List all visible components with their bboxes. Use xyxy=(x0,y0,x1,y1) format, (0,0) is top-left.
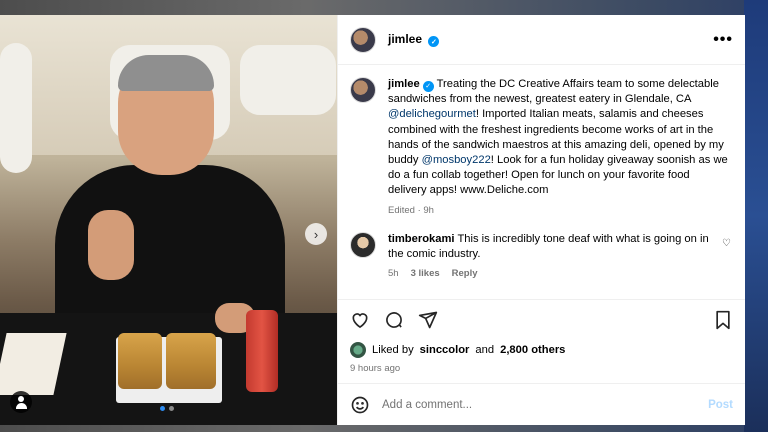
heart-icon xyxy=(352,312,368,328)
caption-text-part: Treating the DC Creative Affairs team to… xyxy=(388,78,719,106)
likes-count-link[interactable]: 2,800 others xyxy=(500,344,565,356)
save-button[interactable] xyxy=(713,310,733,330)
caption-username[interactable]: jimlee xyxy=(388,78,420,90)
caption-text: jimlee ✓ Treating the DC Creative Affairs… xyxy=(388,77,731,199)
post-time: 9 hours ago xyxy=(350,363,401,374)
chevron-right-icon: › xyxy=(313,226,319,242)
background-strip xyxy=(744,0,768,432)
user-icon xyxy=(18,396,24,402)
image-thumbs-up xyxy=(88,210,134,280)
image-person-hair xyxy=(118,55,214,91)
comment-input[interactable] xyxy=(382,398,697,411)
like-button[interactable] xyxy=(350,310,370,330)
image-soda-can xyxy=(246,310,278,392)
comment-button[interactable] xyxy=(384,310,404,330)
mention-link[interactable]: @delichegourmet xyxy=(388,108,476,120)
post-details-panel: jimlee ✓ ••• jimlee ✓ Treating the DC Cre… xyxy=(337,15,745,425)
avatar[interactable] xyxy=(350,26,376,53)
mention-link[interactable]: @mosboy222 xyxy=(422,154,491,166)
likes-summary: Liked by sinccolor and 2,800 others xyxy=(338,339,745,361)
image-chair xyxy=(240,45,336,115)
comment-likes-link[interactable]: 3 likes xyxy=(411,268,440,279)
header-username-link[interactable]: jimlee xyxy=(388,32,422,46)
comment-item: timberokami This is incredibly tone deaf… xyxy=(350,231,731,279)
avatar[interactable] xyxy=(350,231,376,258)
caption: jimlee ✓ Treating the DC Creative Affairs… xyxy=(350,77,731,216)
comment-text: timberokami This is incredibly tone deaf… xyxy=(388,232,709,262)
post-image: › xyxy=(0,15,337,425)
carousel-dot xyxy=(169,406,174,411)
liked-by-label: Liked by xyxy=(372,344,414,356)
caption-meta: Edited · 9h xyxy=(388,205,731,216)
verified-badge-icon: ✓ xyxy=(428,36,440,48)
image-sandwich xyxy=(118,333,162,389)
verified-badge-icon: ✓ xyxy=(422,81,434,93)
bookmark-icon xyxy=(716,310,730,329)
carousel-dot-active xyxy=(160,406,165,411)
post-header: jimlee ✓ ••• xyxy=(338,15,745,65)
post-actions xyxy=(338,299,745,339)
reply-button[interactable]: Reply xyxy=(452,268,478,279)
post-modal: › jimlee ✓ ••• jimlee ✓ Treating the DC … xyxy=(0,15,745,425)
caption-edited-time: Edited · 9h xyxy=(388,204,434,216)
send-icon xyxy=(418,311,438,328)
carousel-indicator xyxy=(160,406,174,411)
comments-section: jimlee ✓ Treating the DC Creative Affairs… xyxy=(338,65,745,299)
comment-icon xyxy=(386,311,402,328)
share-button[interactable] xyxy=(418,310,438,330)
emoji-icon[interactable] xyxy=(350,395,370,415)
comment-meta: 5h 3 likes Reply xyxy=(388,268,709,279)
liked-by-user-link[interactable]: sinccolor xyxy=(420,344,470,356)
comment-time: 5h xyxy=(388,268,399,280)
next-image-button[interactable]: › xyxy=(305,223,327,245)
image-sandwich xyxy=(166,333,216,389)
avatar[interactable] xyxy=(350,77,376,103)
like-comment-icon[interactable]: ♡ xyxy=(722,238,731,249)
tagged-users-button[interactable] xyxy=(10,391,32,413)
add-comment-bar: Post xyxy=(338,383,745,425)
liked-by-and: and xyxy=(475,344,495,356)
more-options-button[interactable]: ••• xyxy=(713,31,733,49)
comment-username[interactable]: timberokami xyxy=(388,233,455,245)
liker-avatar[interactable] xyxy=(350,342,366,358)
image-chair xyxy=(0,43,32,173)
header-username[interactable]: jimlee ✓ xyxy=(388,32,440,48)
post-comment-button[interactable]: Post xyxy=(708,399,733,411)
